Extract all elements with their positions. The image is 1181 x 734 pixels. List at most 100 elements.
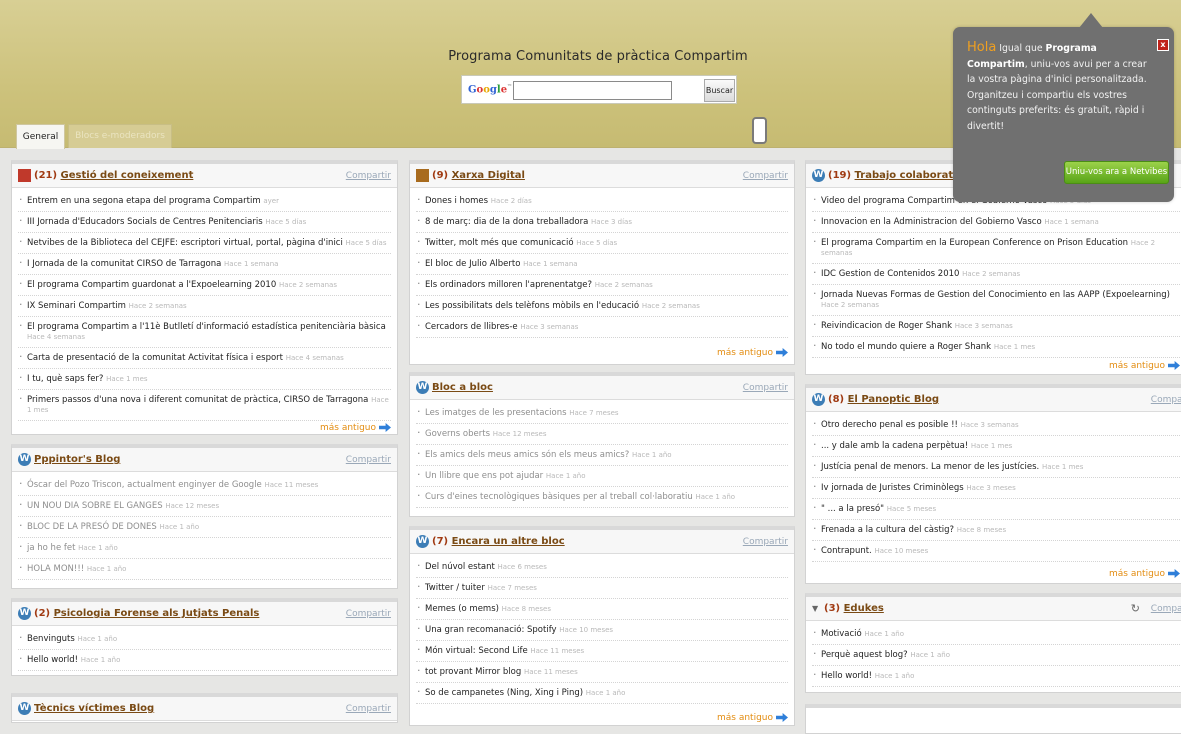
list-item[interactable]: Frenada a la cultura del càstig? Hace 8 … <box>812 520 1181 541</box>
more-link[interactable]: más antiguo <box>320 423 391 433</box>
share-link[interactable]: Compartir <box>346 609 391 619</box>
more-link[interactable]: más antiguo <box>1109 361 1180 371</box>
item-title: Reivindicacion de Roger Shank <box>821 321 953 331</box>
list-item[interactable]: Benvinguts Hace 1 año <box>18 629 391 650</box>
list-item[interactable]: Jornada Nuevas Formas de Gestion del Con… <box>812 285 1181 316</box>
list-item[interactable]: III Jornada d'Educadors Socials de Centr… <box>18 212 391 233</box>
item-time: Hace 5 días <box>345 239 387 247</box>
list-item[interactable]: Óscar del Pozo Triscon, actualment engin… <box>18 475 391 496</box>
list-item[interactable]: ... y dale amb la cadena perpètua! Hace … <box>812 436 1181 457</box>
list-item[interactable]: Otro derecho penal es posible !! Hace 3 … <box>812 415 1181 436</box>
item-time: Hace 4 semanas <box>27 333 86 341</box>
widget-title[interactable]: (2) Psicologia Forense als Jutjats Penal… <box>34 608 259 619</box>
list-item[interactable]: Les imatges de les presentacions Hace 7 … <box>416 403 788 424</box>
item-time: Hace 12 meses <box>165 502 220 510</box>
list-item[interactable]: El programa Compartim a l'11è Butlletí d… <box>18 317 391 348</box>
widget-title[interactable]: (21) Gestió del coneixement <box>34 170 193 181</box>
list-item[interactable]: BLOC DE LA PRESÓ DE DONES Hace 1 año <box>18 517 391 538</box>
tab-general[interactable]: General <box>16 124 65 149</box>
widget-title[interactable]: Tècnics víctimes Blog <box>34 703 154 714</box>
arrow-right-icon <box>776 348 788 357</box>
share-link[interactable]: Compartir <box>743 383 788 393</box>
list-item[interactable]: Els amics dels meus amics són els meus a… <box>416 445 788 466</box>
list-item[interactable]: Un llibre que ens pot ajudar Hace 1 año <box>416 466 788 487</box>
list-item[interactable]: 8 de març: dia de la dona treballadora H… <box>416 212 788 233</box>
item-time: Hace 11 meses <box>523 668 578 676</box>
list-item[interactable]: ja ho he fet Hace 1 año <box>18 538 391 559</box>
list-item[interactable]: Els ordinadors milloren l'aprenentatge? … <box>416 275 788 296</box>
list-item[interactable]: Hello world! Hace 1 año <box>812 666 1181 687</box>
widget-title[interactable]: Bloc a bloc <box>432 382 493 393</box>
search-input[interactable] <box>513 81 672 100</box>
list-item[interactable]: HOLA MON!!! Hace 1 año <box>18 559 391 580</box>
widget-title[interactable]: (7) Encara un altre bloc <box>432 536 565 547</box>
list-item[interactable]: Memes (o mems) Hace 8 meses <box>416 599 788 620</box>
list-item[interactable]: El programa Compartim guardonat a l'Expo… <box>18 275 391 296</box>
list-item[interactable]: IX Seminari Compartim Hace 2 semanas <box>18 296 391 317</box>
item-title: Twitter, molt més que comunicació <box>425 238 574 248</box>
share-link[interactable]: Compartir <box>743 171 788 181</box>
item-title: Els amics dels meus amics són els meus a… <box>425 450 630 460</box>
join-netvibes-button[interactable]: Uniu-vos ara a Netvibes <box>1064 161 1169 184</box>
arrow-right-icon <box>379 423 391 432</box>
list-item[interactable]: I tu, què saps fer? Hace 1 mes <box>18 369 391 390</box>
more-link[interactable]: más antiguo <box>717 348 788 358</box>
search-button[interactable]: Buscar <box>704 79 735 102</box>
list-item[interactable]: Motivació Hace 1 año <box>812 624 1181 645</box>
list-item[interactable]: El programa Compartim en la European Con… <box>812 233 1181 264</box>
list-item[interactable]: Iv jornada de Juristes Criminòlegs Hace … <box>812 478 1181 499</box>
item-title: Cercadors de llibres-e <box>425 322 518 332</box>
widget-title[interactable]: (8) El Panoptic Blog <box>828 394 939 405</box>
widget-collapsed <box>805 704 1181 734</box>
list-item[interactable]: Innovacion en la Administracion del Gobi… <box>812 212 1181 233</box>
list-item[interactable]: Del núvol estant Hace 6 meses <box>416 557 788 578</box>
close-icon[interactable]: x <box>1157 39 1169 51</box>
list-item[interactable]: Carta de presentació de la comunitat Act… <box>18 348 391 369</box>
widget-tecnics: W Tècnics víctimes Blog Compartir <box>11 693 398 723</box>
tab-blocs-e-moderadors[interactable]: Blocs e-moderadors <box>68 124 172 148</box>
widget-header: (9) Xarxa Digital Compartir <box>410 164 794 188</box>
list-item[interactable]: Netvibes de la Biblioteca del CEJFE: esc… <box>18 233 391 254</box>
list-item[interactable]: Contrapunt. Hace 10 meses <box>812 541 1181 562</box>
list-item[interactable]: Twitter, molt més que comunicació Hace 5… <box>416 233 788 254</box>
widget-title[interactable]: (3) Edukes <box>824 603 884 614</box>
list-item[interactable]: Dones i homes Hace 2 días <box>416 191 788 212</box>
widget-title[interactable]: (9) Xarxa Digital <box>432 170 525 181</box>
collapse-triangle-icon[interactable]: ▼ <box>812 604 818 613</box>
list-item[interactable]: UN NOU DIA SOBRE EL GANGES Hace 12 meses <box>18 496 391 517</box>
list-item[interactable]: Primers passos d'una nova i diferent com… <box>18 390 391 421</box>
list-item[interactable]: Entrem en una segona etapa del programa … <box>18 191 391 212</box>
list-item[interactable]: Reivindicacion de Roger Shank Hace 3 sem… <box>812 316 1181 337</box>
list-item[interactable]: Justícia penal de menors. La menor de le… <box>812 457 1181 478</box>
more-link[interactable]: más antiguo <box>717 713 788 723</box>
mobile-device-icon[interactable] <box>752 117 767 144</box>
share-link[interactable]: Compartir <box>743 537 788 547</box>
list-item[interactable]: tot provant Mirror blog Hace 11 meses <box>416 662 788 683</box>
list-item[interactable]: Cercadors de llibres-e Hace 3 semanas <box>416 317 788 338</box>
more-link[interactable]: más antiguo <box>1109 569 1180 579</box>
share-link[interactable]: Compartir <box>346 704 391 714</box>
list-item[interactable]: Twitter / tuiter Hace 7 meses <box>416 578 788 599</box>
list-item[interactable]: IDC Gestion de Contenidos 2010 Hace 2 se… <box>812 264 1181 285</box>
list-item[interactable]: El bloc de Julio Alberto Hace 1 semana <box>416 254 788 275</box>
list-item[interactable]: Governs oberts Hace 12 meses <box>416 424 788 445</box>
list-item[interactable]: Les possibilitats dels telèfons mòbils e… <box>416 296 788 317</box>
item-title: 8 de març: dia de la dona treballadora <box>425 217 589 227</box>
share-link[interactable]: Compartir <box>346 455 391 465</box>
list-item[interactable]: Perquè aquest blog? Hace 1 año <box>812 645 1181 666</box>
list-item[interactable]: No todo el mundo quiere a Roger Shank Ha… <box>812 337 1181 358</box>
list-item[interactable]: Hello world! Hace 1 año <box>18 650 391 671</box>
list-item[interactable]: Una gran recomanació: Spotify Hace 10 me… <box>416 620 788 641</box>
share-link[interactable]: Compartir <box>1151 395 1181 405</box>
list-item[interactable]: " ... a la presó" Hace 5 meses <box>812 499 1181 520</box>
list-item[interactable]: Món virtual: Second Life Hace 11 meses <box>416 641 788 662</box>
share-link[interactable]: Compartir <box>346 171 391 181</box>
widget-title[interactable]: Pppintor's Blog <box>34 454 120 465</box>
list-item[interactable]: I Jornada de la comunitat CIRSO de Tarra… <box>18 254 391 275</box>
item-title: Innovacion en la Administracion del Gobi… <box>821 217 1042 227</box>
widget-title[interactable]: (19) Trabajo colaborativo <box>828 170 970 181</box>
refresh-icon[interactable]: ↻ <box>1131 602 1140 615</box>
list-item[interactable]: Curs d'eines tecnològiques bàsiques per … <box>416 487 788 508</box>
list-item[interactable]: So de campanetes (Ning, Xing i Ping) Hac… <box>416 683 788 704</box>
share-link[interactable]: Compartir <box>1151 604 1181 614</box>
